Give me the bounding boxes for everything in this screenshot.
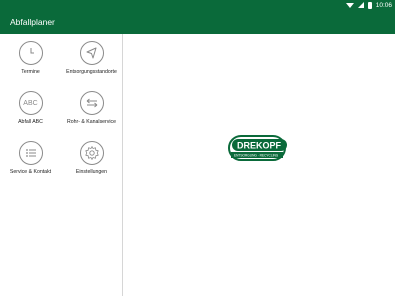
main-content: DREKOPF ENTSORGUNG · RECYCLING xyxy=(124,34,395,296)
menu-item-einstellungen[interactable]: Einstellungen xyxy=(61,134,122,184)
menu-item-label: Termine xyxy=(21,69,40,75)
menu-item-entsorgungsstandorte[interactable]: Entsorgungsstandorte xyxy=(61,34,122,84)
navigation-arrow-icon xyxy=(79,41,104,65)
menu-item-label: Rohr- & Kanalservice xyxy=(66,119,116,125)
list-icon xyxy=(18,141,43,165)
status-time: 10:06 xyxy=(375,1,392,9)
menu-item-label: Einstellungen xyxy=(75,169,108,175)
gear-icon xyxy=(79,141,104,165)
svg-text:DREKOPF: DREKOPF xyxy=(237,141,282,151)
sidebar-menu: Termine Entsorgungsstandorte ABC Abfall … xyxy=(0,34,123,296)
app-title: Abfallplaner xyxy=(10,17,55,27)
menu-item-label: Entsorgungsstandorte xyxy=(66,69,117,75)
svg-text:ENTSORGUNG · RECYCLING: ENTSORGUNG · RECYCLING xyxy=(234,154,279,158)
abc-icon-text: ABC xyxy=(23,99,38,107)
status-bar: 10:06 xyxy=(0,0,395,10)
menu-item-label: Service & Kontakt xyxy=(9,169,52,175)
battery-icon xyxy=(367,1,372,9)
wifi-icon xyxy=(345,2,354,8)
clock-icon xyxy=(18,41,43,65)
menu-item-service-kontakt[interactable]: Service & Kontakt xyxy=(0,134,61,184)
menu-item-termine[interactable]: Termine xyxy=(0,34,61,84)
swap-arrows-icon xyxy=(79,91,104,115)
app-bar: Abfallplaner xyxy=(0,10,395,34)
menu-item-rohr-kanalservice[interactable]: Rohr- & Kanalservice xyxy=(61,84,122,134)
abc-icon: ABC xyxy=(18,91,43,115)
menu-item-label: Abfall ABC xyxy=(18,119,43,125)
menu-item-abfall-abc[interactable]: ABC Abfall ABC xyxy=(0,84,61,134)
drekopf-logo: DREKOPF ENTSORGUNG · RECYCLING xyxy=(228,135,291,163)
signal-icon xyxy=(357,2,364,8)
